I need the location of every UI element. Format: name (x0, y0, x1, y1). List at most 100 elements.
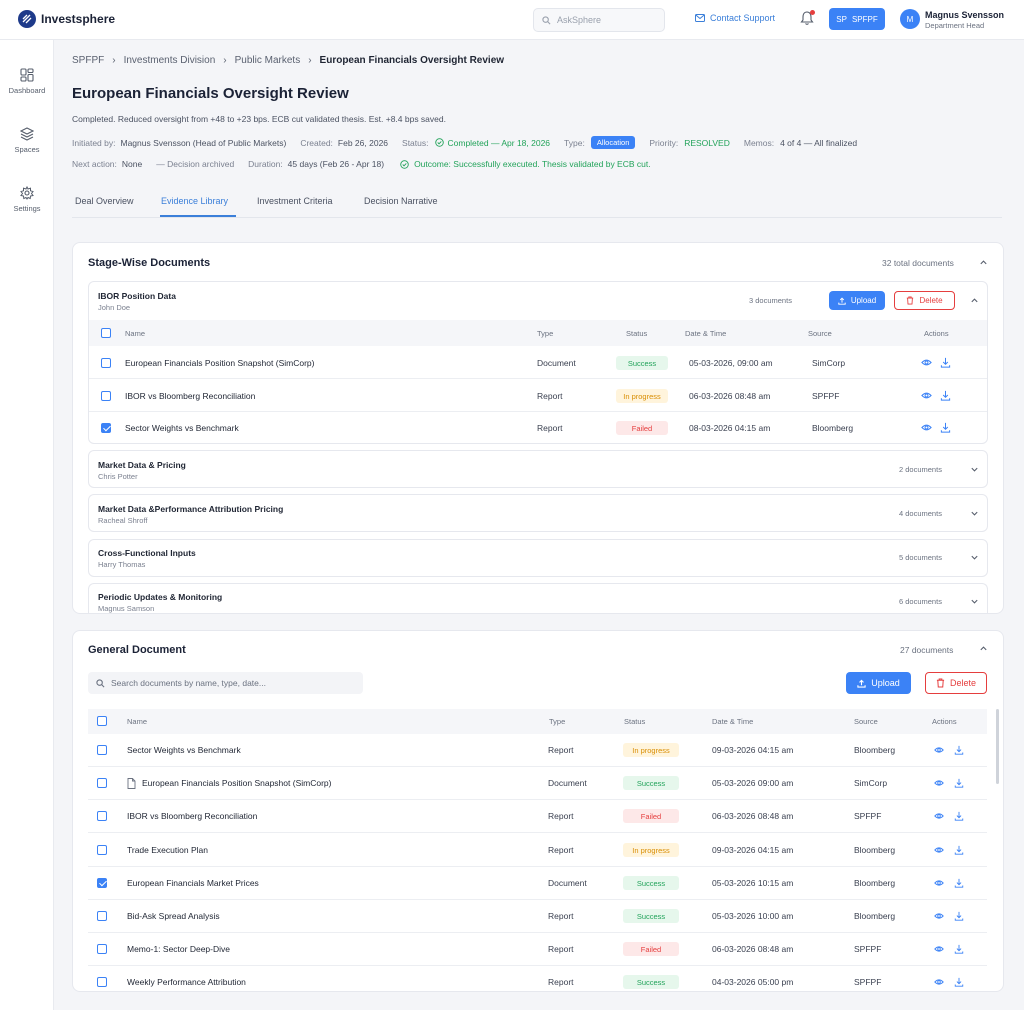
eye-icon[interactable] (934, 878, 944, 888)
table-row[interactable]: Trade Execution Plan Report In progress … (88, 834, 987, 867)
download-icon[interactable] (940, 422, 951, 433)
download-icon[interactable] (940, 390, 951, 401)
column-header[interactable]: Name (125, 329, 145, 338)
app-logo[interactable]: Investsphere (18, 10, 115, 28)
chevron-up-icon[interactable] (970, 296, 979, 305)
column-header[interactable]: Date & Time (685, 329, 726, 338)
table-row[interactable]: European Financials Position Snapshot (S… (89, 346, 987, 379)
doc-name[interactable]: Trade Execution Plan (127, 845, 208, 855)
table-row[interactable]: Bid-Ask Spread Analysis Report Success 0… (88, 900, 987, 933)
select-all-checkbox[interactable] (97, 716, 107, 726)
eye-icon[interactable] (934, 977, 944, 987)
row-checkbox[interactable] (97, 944, 107, 954)
row-checkbox[interactable] (97, 878, 107, 888)
chevron-up-icon[interactable] (979, 258, 988, 267)
upload-button[interactable]: Upload (846, 672, 911, 694)
table-scrollbar[interactable] (996, 709, 999, 784)
document-search-input[interactable]: Search documents by name, type, date... (88, 672, 363, 694)
column-header[interactable]: Type (549, 717, 565, 726)
download-icon[interactable] (954, 878, 964, 888)
stage-group-performance-attribution[interactable]: Market Data &Performance Attribution Pri… (88, 494, 988, 532)
table-row[interactable]: IBOR vs Bloomberg Reconciliation Report … (88, 800, 987, 833)
row-checkbox[interactable] (101, 423, 111, 433)
row-checkbox[interactable] (97, 911, 107, 921)
delete-button[interactable]: Delete (894, 291, 955, 310)
chevron-down-icon[interactable] (970, 553, 979, 562)
row-checkbox[interactable] (97, 811, 107, 821)
download-icon[interactable] (954, 977, 964, 987)
table-row[interactable]: Sector Weights vs Benchmark Report In pr… (88, 734, 987, 767)
chevron-down-icon[interactable] (970, 509, 979, 518)
notifications-button[interactable] (800, 10, 815, 28)
row-checkbox[interactable] (101, 391, 111, 401)
eye-icon[interactable] (934, 845, 944, 855)
column-header[interactable]: Source (854, 717, 878, 726)
table-row[interactable]: Memo-1: Sector Deep-Dive Report Failed 0… (88, 933, 987, 966)
download-icon[interactable] (954, 944, 964, 954)
chevron-down-icon[interactable] (970, 465, 979, 474)
group-title[interactable]: IBOR Position Data (98, 291, 176, 301)
download-icon[interactable] (954, 911, 964, 921)
tab-evidence-library[interactable]: Evidence Library (161, 196, 228, 206)
column-header[interactable]: Status (624, 717, 645, 726)
doc-name[interactable]: Sector Weights vs Benchmark (127, 745, 241, 755)
stage-group-market-data[interactable]: Market Data & Pricing Chris Potter 2 doc… (88, 450, 988, 488)
download-icon[interactable] (954, 845, 964, 855)
eye-icon[interactable] (934, 778, 944, 788)
stage-group-periodic-updates[interactable]: Periodic Updates & Monitoring Magnus Sam… (88, 583, 988, 613)
column-header[interactable]: Source (808, 329, 832, 338)
table-row[interactable]: European Financials Market Prices Docume… (88, 867, 987, 900)
row-checkbox[interactable] (97, 778, 107, 788)
sidebar-item-spaces[interactable]: Spaces (0, 127, 54, 154)
doc-name[interactable]: IBOR vs Bloomberg Reconciliation (125, 391, 255, 401)
download-icon[interactable] (940, 357, 951, 368)
chevron-down-icon[interactable] (970, 597, 979, 606)
table-row[interactable]: European Financials Position Snapshot (S… (88, 767, 987, 800)
breadcrumb-item[interactable]: Investments Division (124, 55, 216, 66)
eye-icon[interactable] (921, 390, 932, 401)
avatar[interactable]: M (900, 9, 920, 29)
sidebar-item-dashboard[interactable]: Dashboard (0, 68, 54, 95)
table-row[interactable]: IBOR vs Bloomberg Reconciliation Report … (89, 379, 987, 412)
table-row[interactable]: Sector Weights vs Benchmark Report Faile… (89, 412, 987, 444)
tab-decision-narrative[interactable]: Decision Narrative (364, 196, 438, 206)
tab-deal-overview[interactable]: Deal Overview (75, 196, 134, 206)
doc-name[interactable]: IBOR vs Bloomberg Reconciliation (127, 811, 257, 821)
download-icon[interactable] (954, 745, 964, 755)
download-icon[interactable] (954, 778, 964, 788)
doc-name[interactable]: European Financials Market Prices (127, 878, 259, 888)
row-checkbox[interactable] (101, 358, 111, 368)
table-row[interactable]: Weekly Performance Attribution Report Su… (88, 966, 987, 989)
sidebar-item-settings[interactable]: Settings (0, 186, 54, 213)
eye-icon[interactable] (921, 357, 932, 368)
eye-icon[interactable] (934, 944, 944, 954)
column-header[interactable]: Actions (932, 717, 957, 726)
stage-group-cross-functional[interactable]: Cross-Functional Inputs Harry Thomas 5 d… (88, 539, 988, 577)
row-checkbox[interactable] (97, 977, 107, 987)
user-name[interactable]: Magnus Svensson (925, 10, 1004, 20)
eye-icon[interactable] (934, 811, 944, 821)
select-all-checkbox[interactable] (101, 328, 111, 338)
row-checkbox[interactable] (97, 845, 107, 855)
doc-name[interactable]: Bid-Ask Spread Analysis (127, 911, 220, 921)
row-checkbox[interactable] (97, 745, 107, 755)
column-header[interactable]: Date & Time (712, 717, 753, 726)
column-header[interactable]: Status (626, 329, 647, 338)
column-header[interactable]: Type (537, 329, 553, 338)
contact-support-link[interactable]: Contact Support (695, 13, 775, 23)
column-header[interactable]: Name (127, 717, 147, 726)
download-icon[interactable] (954, 811, 964, 821)
breadcrumb-item[interactable]: SPFPF (72, 55, 104, 66)
breadcrumb-item[interactable]: Public Markets (235, 55, 301, 66)
doc-name[interactable]: European Financials Position Snapshot (S… (142, 778, 331, 788)
delete-button[interactable]: Delete (925, 672, 987, 694)
upload-button[interactable]: Upload (829, 291, 885, 310)
doc-name[interactable]: Memo-1: Sector Deep-Dive (127, 944, 230, 954)
chevron-up-icon[interactable] (979, 644, 988, 653)
global-search-input[interactable]: AskSphere (533, 8, 665, 32)
org-switcher-button[interactable]: SP SPFPF (829, 8, 885, 30)
doc-name[interactable]: Sector Weights vs Benchmark (125, 423, 239, 433)
doc-name[interactable]: European Financials Position Snapshot (S… (125, 358, 314, 368)
eye-icon[interactable] (921, 422, 932, 433)
eye-icon[interactable] (934, 745, 944, 755)
